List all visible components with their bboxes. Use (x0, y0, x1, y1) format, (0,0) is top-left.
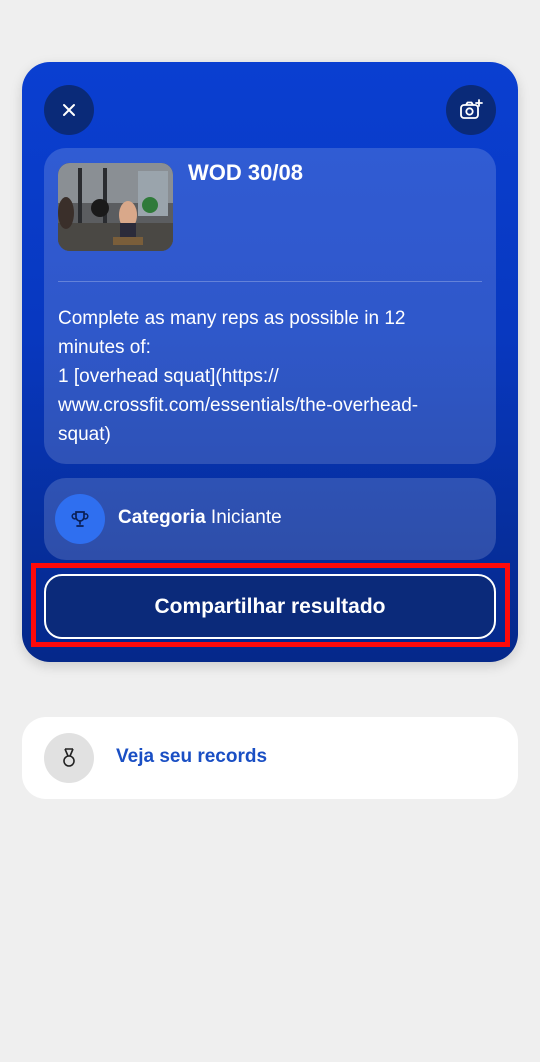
divider (58, 281, 482, 282)
close-button[interactable] (44, 85, 94, 135)
category-panel: Categoria Iniciante (44, 478, 496, 560)
records-link[interactable]: Veja seu records (116, 746, 267, 768)
category-value: Iniciante (210, 507, 282, 528)
trophy-icon-container (55, 494, 105, 544)
camera-add-icon (460, 99, 483, 119)
medal-icon (63, 748, 75, 767)
wod-title: WOD 30/08 (188, 160, 303, 185)
category-text: Categoria Iniciante (118, 507, 282, 529)
close-icon (63, 104, 75, 116)
category-label: Categoria (118, 507, 206, 528)
wod-panel: WOD 30/08 Complete as many reps as possi… (44, 148, 496, 464)
add-photo-button[interactable] (446, 85, 496, 135)
share-button-highlight (31, 563, 510, 647)
records-card[interactable]: Veja seu records (22, 717, 518, 799)
wod-thumbnail (58, 163, 173, 251)
trophy-icon (71, 511, 89, 527)
wod-description: Complete as many reps as possible in 12 … (58, 308, 419, 445)
medal-icon-container (44, 733, 94, 783)
